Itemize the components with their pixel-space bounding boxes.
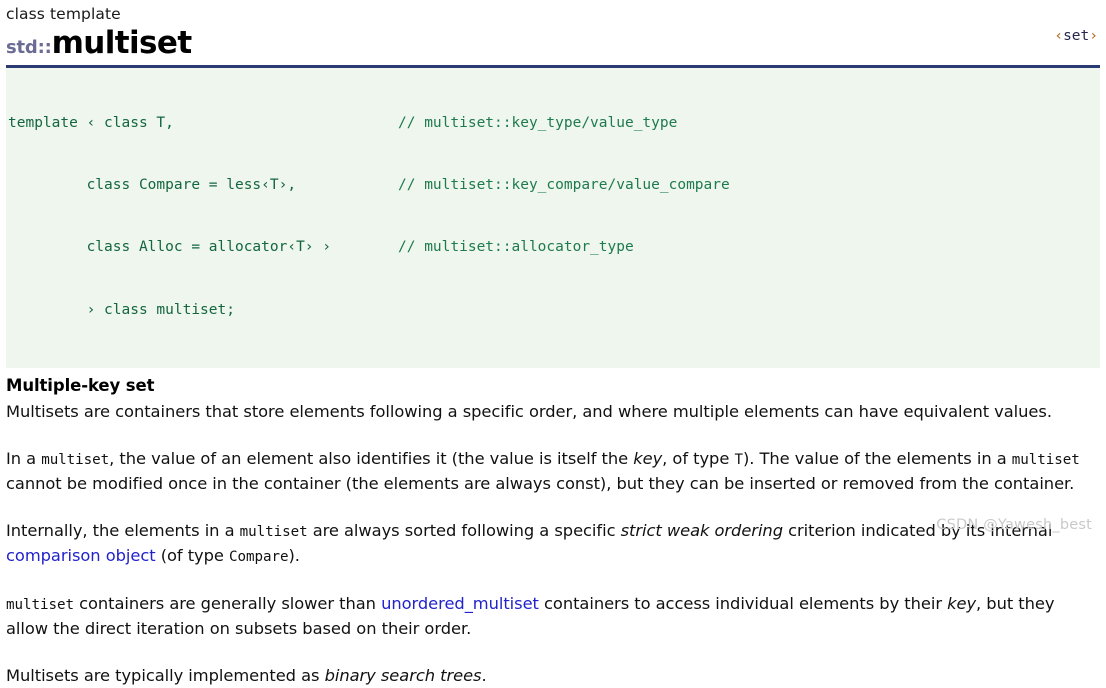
code-line-comment: // multiset::allocator_type [398,239,634,256]
paragraph-value-identity: In a multiset, the value of an element a… [6,447,1100,497]
text-run: , of type [662,448,735,468]
code-line-text: › class multiset; [8,301,235,318]
code-line-comment: // multiset::key_type/value_type [398,114,678,131]
reference-page: class template std::multiset ‹set› templ… [0,0,1106,685]
emphasis-text: key [633,448,663,468]
link-unordered-multiset[interactable]: unordered_multiset [381,594,539,613]
paragraph-performance: multiset containers are generally slower… [6,592,1100,642]
text-run: containers are generally slower than [73,593,382,613]
text-run: ). The value of the elements in a [742,448,1012,468]
angle-bracket-close-icon: › [1089,28,1098,44]
inline-code: T [734,451,743,468]
text-run: (of type [155,546,230,566]
inline-code: multiset [6,596,74,613]
code-line: template ‹ class T, // multiset::key_type… [8,113,1100,134]
text-run: are always sorted following a specific [307,520,621,540]
code-line: class Compare = less‹T›, // multiset::key… [8,175,1100,196]
text-run: . [481,665,487,685]
text-run: Multisets are containers that store elem… [6,402,1052,422]
entity-kind-label: class template [6,5,121,23]
text-run: ). [288,546,300,566]
class-name: multiset [51,25,193,61]
angle-bracket-open-icon: ‹ [1054,28,1064,44]
header-include-link[interactable]: ‹set› [1054,28,1098,44]
code-line: class Alloc = allocator‹T› › // multiset:… [8,237,1100,258]
watermark: CSDN @Yawesh_best [936,517,1092,533]
paragraph-description: Multisets are containers that store elem… [6,400,1100,425]
header-include-name: set [1063,28,1090,44]
code-line: › class multiset; [8,300,1100,321]
emphasis-text: key [947,593,977,613]
text-run: , the value of an element also identifie… [109,448,634,468]
emphasis-text: binary search trees [324,665,482,685]
declaration-code-block: template ‹ class T, // multiset::key_type… [6,68,1100,369]
code-line-comment: // multiset::key_compare/value_compare [398,176,730,193]
text-run: In a [6,448,42,468]
namespace-prefix: std:: [6,37,52,58]
inline-code: Compare [229,549,289,566]
code-line-text: class Compare = less‹T›, [8,176,297,193]
code-line-text: template ‹ class T, [8,114,174,131]
link-comparison-object[interactable]: comparison object [6,546,156,565]
code-line-text: class Alloc = allocator‹T› › [8,239,332,256]
inline-code: multiset [41,451,110,468]
emphasis-text: strict weak ordering [620,520,783,540]
inline-code: multiset [239,523,308,540]
paragraph-implementation: Multisets are typically implemented as b… [6,664,1100,688]
text-run: Multisets are typically implemented as [6,665,325,685]
inline-code: multiset [1011,451,1080,468]
page-header: class template std::multiset ‹set› [6,4,1100,61]
text-run: Internally, the elements in a [6,520,240,540]
text-run: containers to access individual elements… [538,593,948,613]
text-run: cannot be modified once in the container… [6,474,1075,494]
section-subheading: Multiple-key set [6,376,155,396]
page-title: std::multiset [6,25,1100,61]
